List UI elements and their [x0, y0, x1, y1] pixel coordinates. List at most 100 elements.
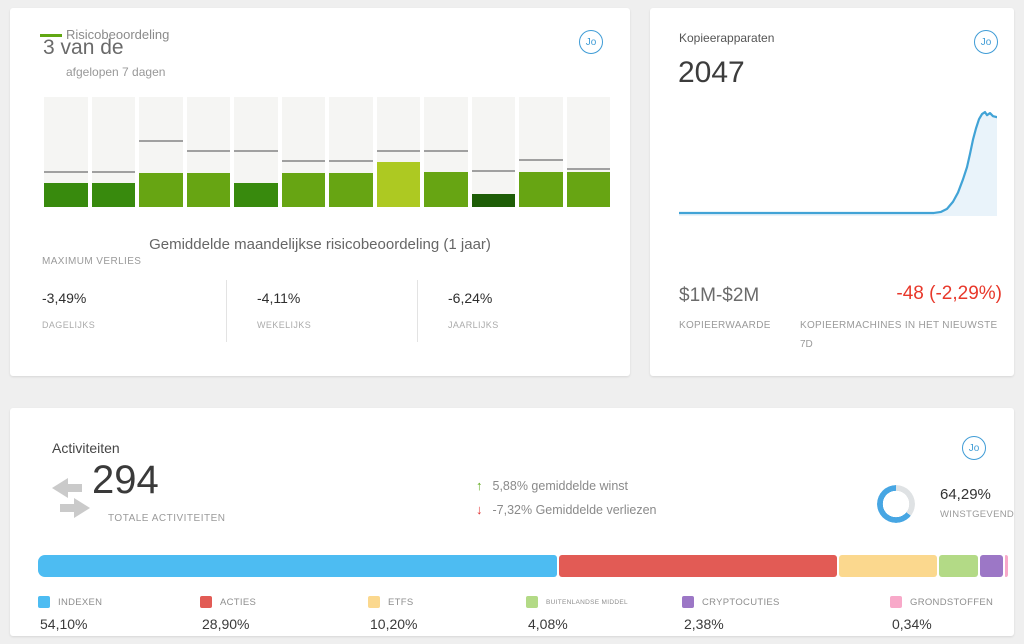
max-loss-label: MAXIMUM VERLIES [42, 256, 141, 267]
copiers-change-value: -48 (-2,29%) [896, 283, 1002, 305]
risk-bar [472, 97, 516, 207]
legend-value: 10,20% [370, 616, 526, 632]
profitable-value: 64,29% [940, 486, 991, 503]
risk-bar-marker [329, 160, 373, 162]
risk-bar [329, 97, 373, 207]
risk-bar-fill [44, 183, 88, 207]
stat-daily: -3,49% DAGELIJKS [42, 280, 226, 342]
risk-bar-marker [139, 140, 183, 142]
legend-swatch-icon [368, 596, 380, 608]
risk-bar [187, 97, 231, 207]
legend-item[interactable]: GRONDSTOFFEN 0,34% [890, 596, 1004, 632]
risk-bar-fill [187, 173, 231, 207]
copiers-change-label: KOPIEERMACHINES IN HET NIEUWSTE [800, 320, 1010, 331]
legend-value: 2,38% [684, 616, 890, 632]
avatar[interactable]: Jo [579, 30, 603, 54]
risk-bar-fill [377, 162, 421, 207]
risk-bar [282, 97, 326, 207]
risk-bar-fill [472, 194, 516, 207]
copiers-change-period: 7D [800, 339, 813, 350]
risk-bar-marker [234, 150, 278, 152]
avatar[interactable]: Jo [962, 436, 986, 460]
activities-card: Activiteiten Jo 294 TOTALE ACTIVITEITEN … [10, 408, 1014, 636]
risk-subtitle: afgelopen 7 dagen [66, 65, 165, 79]
profitable-donut-chart [877, 485, 915, 523]
copiers-count: 2047 [678, 56, 745, 90]
allocation-segment-buitenlandse-middel[interactable] [939, 555, 978, 577]
risk-bar-marker [44, 171, 88, 173]
risk-bar-marker [519, 159, 563, 161]
stat-label: DAGELIJKS [42, 320, 226, 330]
legend-item[interactable]: BUITENLANDSE MIDDEL4,08% [526, 596, 682, 632]
risk-bar-fill [282, 173, 326, 207]
risk-bar [519, 97, 563, 207]
risk-bar-fill [329, 173, 373, 207]
risk-chart-caption: Gemiddelde maandelijkse risicobeoordelin… [10, 236, 630, 253]
copiers-title: Kopieerapparaten [679, 31, 774, 45]
risk-bar [234, 97, 278, 207]
legend-label: GRONDSTOFFEN [910, 597, 993, 608]
gain-up-arrow-icon: ↑ [476, 478, 483, 493]
legend-item[interactable]: CRYPTOCUTIES2,38% [682, 596, 890, 632]
allocation-bar[interactable] [38, 555, 998, 577]
activities-total: 294 [92, 458, 159, 503]
stat-value: -4,11% [257, 290, 417, 306]
activities-total-label: TOTALE ACTIVITEITEN [108, 513, 225, 524]
risk-bar-fill [92, 183, 136, 207]
allocation-segment-indexen[interactable] [38, 555, 557, 577]
stat-value: -3,49% [42, 290, 226, 306]
activities-title: Activiteiten [52, 440, 120, 456]
risk-bar [44, 97, 88, 207]
risk-bar [139, 97, 183, 207]
average-gain-text: 5,88% gemiddelde winst [493, 479, 629, 493]
allocation-legend: INDEXEN 54,10%ACTIES28,90% ETFS 10,20%BUITE… [38, 596, 1004, 632]
risk-title: 3 van de [43, 36, 124, 60]
allocation-segment-grondstoffen[interactable] [1005, 555, 1008, 577]
legend-label: INDEXEN [58, 597, 102, 608]
allocation-segment-cryptocuties[interactable] [980, 555, 1003, 577]
risk-bar-marker [567, 168, 611, 170]
avatar[interactable]: Jo [974, 30, 998, 54]
legend-item[interactable]: ACTIES28,90% [200, 596, 368, 632]
risk-bar-marker [92, 171, 136, 173]
risk-bar [567, 97, 611, 207]
risk-bar [424, 97, 468, 207]
allocation-segment-acties[interactable] [559, 555, 836, 577]
legend-value: 54,10% [40, 616, 200, 632]
copy-value: $1M-$2M [679, 285, 759, 307]
stat-yearly: -6,24% JAARLIJKS [417, 280, 614, 342]
legend-item[interactable]: ETFS 10,20% [368, 596, 526, 632]
risk-bar-marker [472, 170, 516, 172]
legend-item[interactable]: INDEXEN 54,10% [38, 596, 200, 632]
legend-swatch-icon [682, 596, 694, 608]
risk-bar [377, 97, 421, 207]
stat-value: -6,24% [448, 290, 614, 306]
risk-bar-marker [377, 150, 421, 152]
risk-bar-marker [187, 150, 231, 152]
risk-bar-fill [234, 183, 278, 207]
average-gain-row: ↑ 5,88% gemiddelde winst [476, 478, 628, 493]
allocation-segment-etfs[interactable] [839, 555, 937, 577]
stat-label: JAARLIJKS [448, 320, 614, 330]
legend-swatch-icon [890, 596, 902, 608]
max-loss-stats: -3,49% DAGELIJKS -4,11% WEKELIJKS -6,24%… [42, 280, 614, 342]
copy-value-label: KOPIEERWAARDE [679, 320, 771, 331]
legend-swatch-icon [38, 596, 50, 608]
stat-label: WEKELIJKS [257, 320, 417, 330]
legend-value: 0,34% [892, 616, 1004, 632]
stat-weekly: -4,11% WEKELIJKS [226, 280, 417, 342]
average-loss-text: -7,32% Gemiddelde verliezen [493, 503, 657, 517]
profitable-label: WINSTGEVEND [940, 509, 1014, 520]
copiers-line [679, 112, 997, 213]
legend-label: ETFS [388, 597, 413, 608]
risk-bar-chart[interactable] [44, 97, 610, 207]
risk-bar-marker [424, 150, 468, 152]
risk-card: Risicobeoordeling 3 van de afgelopen 7 d… [10, 8, 630, 376]
legend-swatch-icon [526, 596, 538, 608]
risk-bar-fill [567, 172, 611, 207]
risk-bar-marker [282, 160, 326, 162]
risk-bar-fill [424, 172, 468, 207]
legend-value: 28,90% [202, 616, 368, 632]
copiers-area [679, 112, 997, 216]
copiers-trend-chart[interactable] [679, 108, 997, 216]
